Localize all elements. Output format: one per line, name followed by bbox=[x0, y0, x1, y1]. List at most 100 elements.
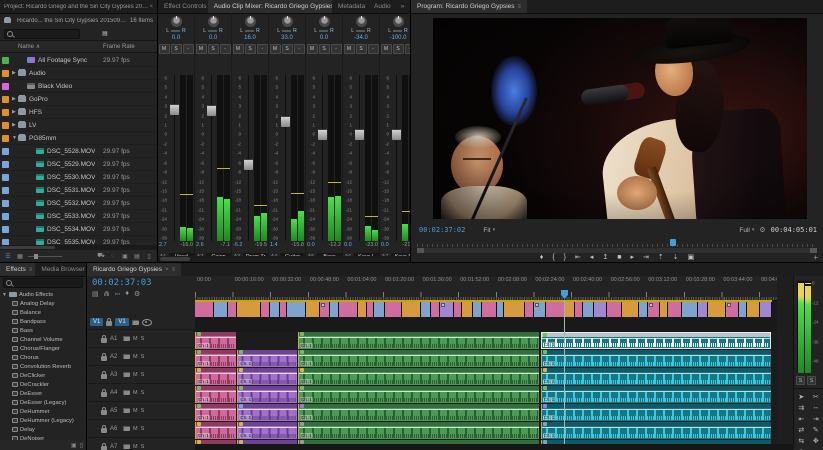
audio-clip[interactable]: Ch. 1 bbox=[237, 350, 296, 367]
solo-button[interactable]: S bbox=[141, 354, 145, 360]
lift-button[interactable]: ⇡ bbox=[658, 253, 664, 262]
tab-program[interactable]: Program: Ricardo Griego Gypsies≡ bbox=[411, 0, 527, 13]
audio-clip[interactable]: Ch. 1 bbox=[541, 404, 771, 421]
solo-button[interactable]: S bbox=[245, 44, 256, 54]
solo-button[interactable]: S bbox=[171, 44, 182, 54]
mixer-hscrollbar[interactable] bbox=[158, 256, 410, 262]
label-color-chip[interactable] bbox=[2, 83, 9, 90]
project-item-row[interactable]: DSC_5532.MOV29.97 fps bbox=[0, 197, 157, 210]
balance-slider[interactable] bbox=[319, 30, 328, 32]
extract-button[interactable]: ⇣ bbox=[673, 253, 679, 262]
new-item-button[interactable]: ▤ bbox=[133, 253, 141, 260]
volume-rubber-band[interactable] bbox=[299, 337, 539, 338]
track-header-a3[interactable]: A3MS bbox=[87, 366, 195, 384]
fader-handle[interactable] bbox=[244, 159, 253, 170]
fader-handle[interactable] bbox=[207, 105, 216, 116]
video-clip[interactable] bbox=[385, 302, 402, 317]
pan-knob[interactable] bbox=[245, 16, 256, 27]
audio-clip[interactable]: Ch. 1 bbox=[541, 386, 771, 403]
source-patch-v1[interactable]: V1 bbox=[90, 318, 103, 326]
solo-button[interactable]: S bbox=[141, 390, 145, 396]
volume-rubber-band[interactable] bbox=[542, 409, 771, 410]
track-header-a5[interactable]: A5MS bbox=[87, 402, 195, 420]
audio-clip[interactable]: Ch. 1 bbox=[195, 422, 236, 439]
fader-db-value[interactable]: 2.6 bbox=[196, 242, 204, 248]
video-clip[interactable] bbox=[622, 302, 639, 317]
balance-slider[interactable] bbox=[282, 30, 291, 32]
solo-button[interactable]: S bbox=[282, 44, 293, 54]
sync-lock-icon[interactable] bbox=[123, 354, 130, 359]
effect-item-row[interactable]: Bandpass bbox=[0, 317, 86, 326]
go-to-out-button[interactable]: ⇥ bbox=[643, 253, 649, 262]
pan-value[interactable]: 33.0 bbox=[269, 35, 305, 41]
video-clip[interactable] bbox=[682, 302, 698, 317]
audio-clip[interactable]: Ch. 1 bbox=[298, 422, 539, 439]
video-clip[interactable] bbox=[237, 302, 261, 317]
write-keyframes-toggle[interactable]: ◦ bbox=[220, 44, 231, 54]
step-back-button[interactable]: ◂ bbox=[590, 253, 594, 262]
effects-folder-row[interactable]: ▼Audio Effects bbox=[0, 290, 86, 299]
volume-fader[interactable] bbox=[207, 75, 216, 241]
lock-icon[interactable] bbox=[101, 338, 107, 343]
lock-icon[interactable] bbox=[101, 374, 107, 379]
audio-clip[interactable]: Ch. 1 bbox=[195, 404, 236, 421]
pan-knob[interactable] bbox=[282, 16, 293, 27]
mute-button[interactable]: M bbox=[344, 44, 355, 54]
audio-clip[interactable]: Ch. 1 bbox=[195, 332, 236, 349]
column-name[interactable]: Name bbox=[18, 44, 34, 50]
video-clip[interactable] bbox=[760, 302, 771, 317]
video-clip[interactable] bbox=[534, 302, 546, 317]
audio-clip[interactable]: Ch. 1 bbox=[237, 386, 296, 403]
project-item-row[interactable]: ▶LV bbox=[0, 119, 157, 132]
video-clip[interactable] bbox=[565, 302, 574, 317]
volume-rubber-band[interactable] bbox=[542, 355, 771, 356]
slip-tool[interactable]: ⇄ bbox=[798, 426, 804, 434]
video-clip[interactable] bbox=[454, 302, 462, 317]
mute-button[interactable]: M bbox=[196, 44, 207, 54]
button-editor-plus[interactable]: + bbox=[813, 253, 818, 262]
balance-slider[interactable] bbox=[245, 30, 254, 32]
video-clip[interactable] bbox=[698, 302, 707, 317]
label-color-chip[interactable] bbox=[2, 200, 9, 207]
mute-button[interactable]: M bbox=[133, 336, 138, 342]
mute-button[interactable]: M bbox=[133, 372, 138, 378]
audio-clip[interactable]: Ch. 1 bbox=[237, 422, 296, 439]
label-color-chip[interactable] bbox=[2, 226, 9, 233]
audio-clip[interactable]: Ch. 1 bbox=[541, 350, 771, 367]
play-stop-button[interactable]: ■ bbox=[617, 253, 621, 262]
pan-value[interactable]: 16.0 bbox=[232, 35, 268, 41]
solo-button[interactable]: S bbox=[393, 44, 404, 54]
settings-wrench-icon[interactable]: ⚙ bbox=[759, 226, 765, 234]
hand-tool[interactable]: ✥ bbox=[813, 437, 819, 445]
label-color-chip[interactable] bbox=[2, 57, 9, 64]
pen-tool[interactable]: ✎ bbox=[813, 426, 819, 434]
volume-rubber-band[interactable] bbox=[196, 337, 236, 338]
step-forward-button[interactable]: ▸ bbox=[631, 253, 635, 262]
tab-effects[interactable]: Effects≡ bbox=[0, 263, 35, 276]
list-view-button[interactable]: ☰ bbox=[4, 253, 12, 260]
lock-icon[interactable] bbox=[101, 410, 107, 415]
filter-bin-icon[interactable]: ▤ bbox=[101, 30, 109, 37]
lock-icon[interactable] bbox=[101, 428, 107, 433]
zoom-slider[interactable] bbox=[28, 256, 62, 257]
new-custom-bin-button[interactable]: ▣ bbox=[71, 442, 77, 449]
balance-slider[interactable] bbox=[393, 30, 402, 32]
volume-rubber-band[interactable] bbox=[299, 355, 539, 356]
lock-icon[interactable] bbox=[101, 446, 107, 450]
track-header-a4[interactable]: A4MS bbox=[87, 384, 195, 402]
fader-db-value[interactable]: 1.4 bbox=[270, 242, 278, 248]
solo-button[interactable]: S bbox=[319, 44, 330, 54]
sync-lock-icon[interactable] bbox=[123, 408, 130, 413]
project-item-row[interactable]: DSC_5529.MOV29.97 fps bbox=[0, 158, 157, 171]
lock-icon[interactable] bbox=[101, 356, 107, 361]
video-clip[interactable] bbox=[639, 302, 648, 317]
program-playhead[interactable] bbox=[670, 239, 676, 246]
project-item-row[interactable]: DSC_5531.MOV29.97 fps bbox=[0, 184, 157, 197]
snap-icon[interactable]: ⋒ bbox=[104, 290, 110, 298]
project-item-row[interactable]: ▶GoPro bbox=[0, 93, 157, 106]
video-clip[interactable] bbox=[575, 302, 583, 317]
panel-menu-icon[interactable]: ≡ bbox=[518, 4, 522, 10]
video-clip[interactable] bbox=[482, 302, 496, 317]
audio-clip[interactable]: Ch. 1 bbox=[298, 386, 539, 403]
tab-effect-controls[interactable]: Effect Controls bbox=[158, 0, 208, 13]
